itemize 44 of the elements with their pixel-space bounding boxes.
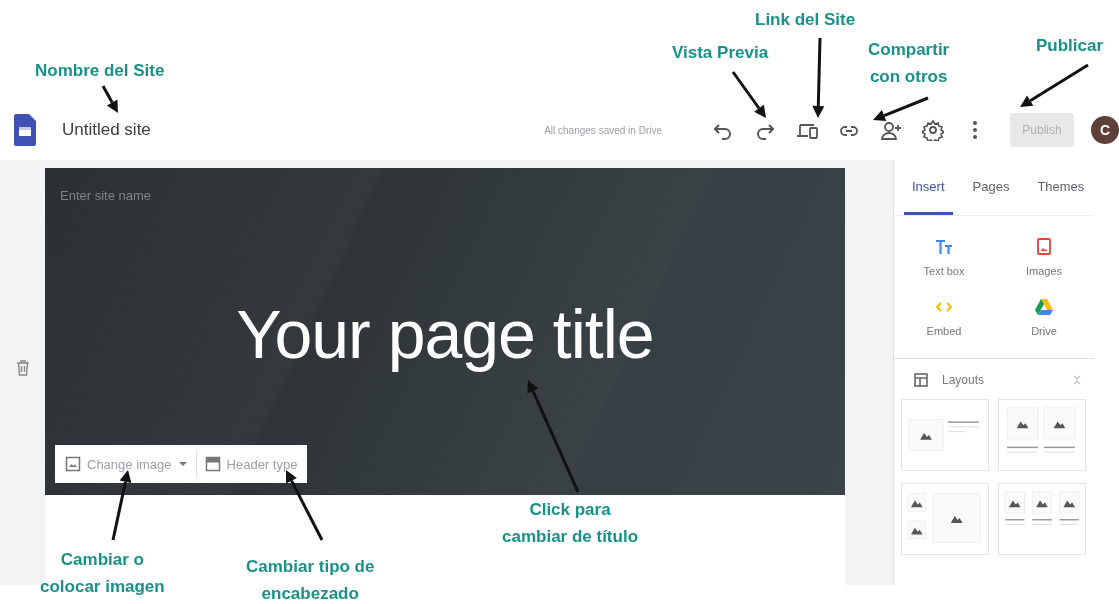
header-icon	[204, 456, 221, 472]
trash-icon[interactable]	[15, 359, 30, 376]
annotation-label: Link del Site	[755, 9, 856, 31]
save-status: All changes saved in Drive	[544, 124, 662, 136]
add-person-icon[interactable]	[880, 119, 902, 141]
annotation-label: Nombre del Site	[35, 60, 165, 82]
panel-tab[interactable]: Pages	[964, 160, 1018, 215]
image-icon	[65, 456, 81, 472]
layout-thumbnail[interactable]	[901, 483, 989, 555]
panel-tab[interactable]: Insert	[904, 160, 953, 215]
settings-icon[interactable]	[922, 119, 944, 141]
panel-tab[interactable]: Themes	[1029, 160, 1093, 215]
layout-icon	[914, 373, 928, 387]
text-box-button[interactable]: Text box	[894, 236, 994, 278]
text-icon	[934, 237, 954, 257]
arrow	[731, 71, 766, 118]
drive-button[interactable]: Drive	[994, 296, 1094, 338]
change-image-button[interactable]: Change image	[61, 456, 192, 472]
arrow	[111, 470, 132, 541]
header-type-button[interactable]: Header type	[200, 456, 302, 472]
annotation-label: Publicar	[1036, 35, 1104, 57]
layouts-heading: Layouts	[942, 373, 985, 387]
layout-thumbnail[interactable]	[998, 483, 1086, 555]
arrow	[286, 470, 324, 541]
page-title[interactable]: Your page title	[236, 295, 654, 373]
arrow	[101, 85, 118, 113]
annotation-label: Cambiar o colocar imagen	[40, 549, 165, 598]
layout-thumbnail[interactable]	[901, 399, 989, 471]
site-title[interactable]: Untitled site	[62, 120, 151, 140]
images-button[interactable]: Images	[994, 236, 1094, 278]
image-icon	[1034, 237, 1054, 257]
avatar[interactable]: C	[1091, 116, 1119, 144]
annotation-label: Vista Previa	[672, 42, 769, 64]
sites-logo-icon[interactable]	[14, 114, 36, 146]
site-name-field[interactable]: Enter site name	[60, 188, 845, 203]
annotation-label: Cambiar tipo de encabezado	[246, 556, 375, 604]
arrow	[1020, 63, 1089, 107]
layout-thumbnail[interactable]	[998, 399, 1086, 471]
arrow	[873, 96, 929, 122]
embed-button[interactable]: Embed	[894, 296, 994, 338]
drive-icon	[1034, 297, 1054, 317]
caret-icon	[177, 461, 188, 467]
annotation-label: Click para cambiar de título	[502, 499, 639, 548]
annotation-label: Compartir con otros	[868, 39, 950, 88]
